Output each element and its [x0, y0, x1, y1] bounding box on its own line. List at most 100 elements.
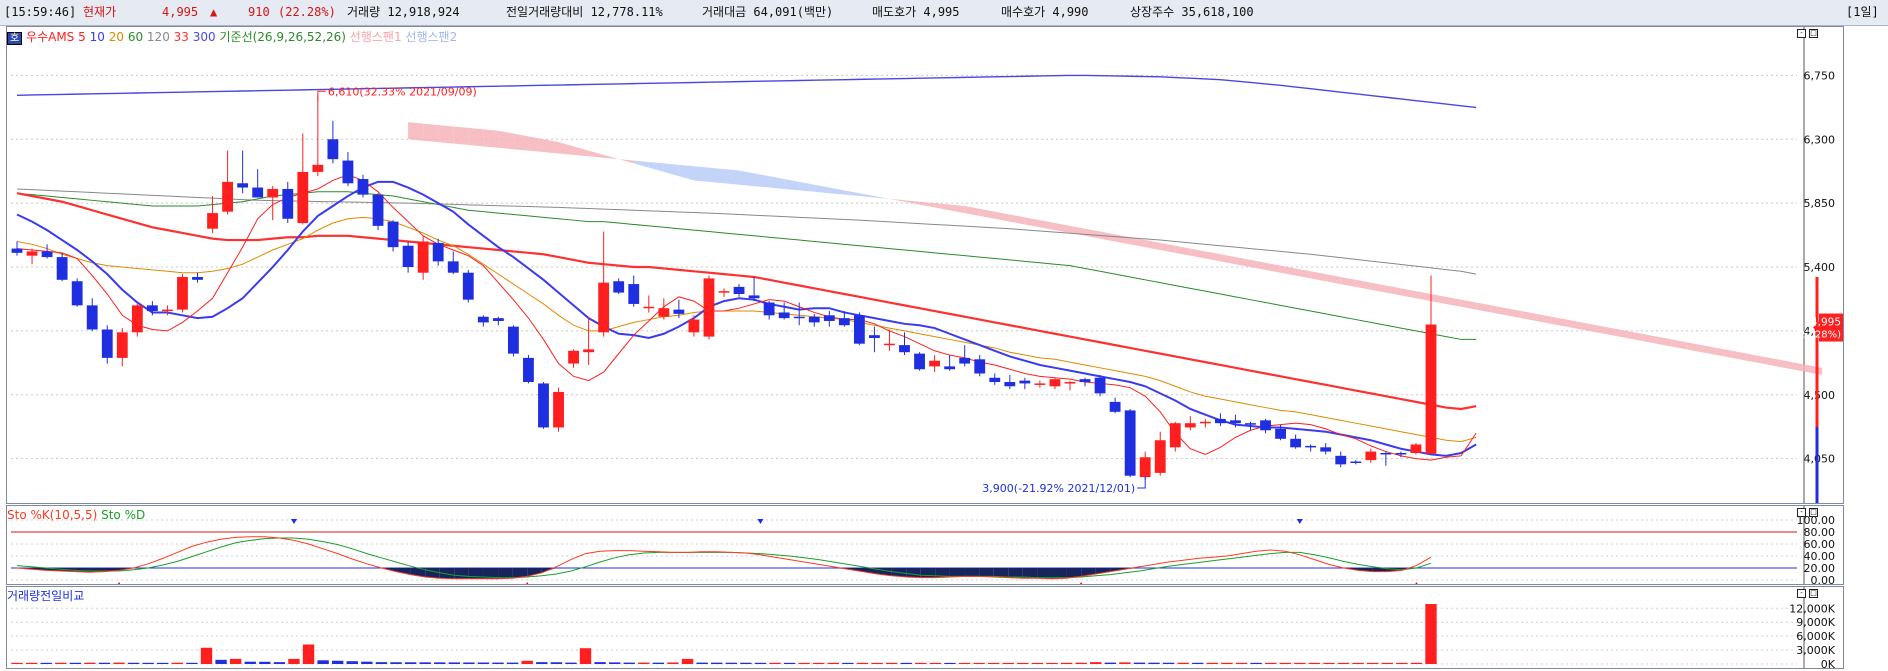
candle-body [327, 139, 339, 160]
candle-body [884, 343, 895, 346]
low-marker [1137, 475, 1146, 489]
volume-bar [288, 658, 300, 664]
ichimoku-cloud-segment [438, 125, 454, 144]
sto-k-line [16, 536, 1432, 580]
candle-body [372, 194, 384, 226]
ichimoku-cloud-segment [1807, 364, 1823, 375]
ichimoku-cloud-segment [1385, 285, 1401, 296]
candle-body [432, 242, 444, 262]
candle-body [703, 278, 715, 337]
candle-body [252, 187, 264, 198]
volume-bar [1381, 662, 1393, 664]
volume-bar [1221, 662, 1233, 664]
ichimoku-cloud-segment [1145, 240, 1161, 250]
volume-bar [1104, 662, 1116, 664]
candle-body [1305, 445, 1317, 448]
stochastic-svg: 100.0080.0060.0040.0020.000.00 [11, 506, 1835, 584]
candle-body [718, 291, 730, 293]
volume-bar [157, 662, 169, 664]
ichimoku-cloud-segment [1400, 288, 1416, 299]
pane-maximize-button[interactable]: □ [1809, 29, 1818, 38]
candle-body [342, 160, 354, 184]
volume-bar [856, 662, 869, 664]
pane-minimize-button[interactable]: - [1797, 29, 1806, 38]
candle-body [282, 188, 294, 219]
ichimoku-cloud-segment [543, 139, 559, 154]
vol-minimize-button[interactable]: - [1797, 589, 1806, 598]
vol-maximize-button[interactable]: □ [1809, 589, 1818, 598]
volume-bar [1090, 662, 1102, 664]
current-price-value: 4,995 [162, 5, 199, 19]
ichimoku-cloud-segment [1415, 291, 1431, 302]
chart-settings-badge[interactable]: 호 [7, 32, 23, 45]
legend-ma120: 120 [146, 30, 170, 44]
volume-bar [1119, 662, 1131, 664]
volume-pane[interactable]: 12,000K 9,000K 6,000K 3,000K 0K 거래량전일비교 - □ [6, 586, 1844, 669]
candle-body [1214, 418, 1226, 424]
ichimoku-cloud-segment [1521, 311, 1537, 321]
vol-y-tick-label: 6,000K [1796, 630, 1835, 643]
volume-bar [404, 662, 417, 664]
candle-body [1169, 423, 1181, 448]
ichimoku-cloud-segment [1039, 220, 1055, 231]
volume-bar [1235, 662, 1248, 664]
ichimoku-cloud-segment [1280, 265, 1296, 276]
ichimoku-cloud-segment [1325, 274, 1341, 285]
bid-price-value: 매수호가 4,990 [1001, 5, 1089, 19]
candle-body [11, 248, 23, 253]
y-tick-label: 5,400 [1804, 261, 1836, 274]
ichimoku-cloud-segment [1792, 362, 1808, 373]
volume-bar [375, 662, 388, 664]
ichimoku-cloud-segment [1776, 359, 1793, 370]
ichimoku-cloud-segment [1355, 279, 1371, 290]
ichimoku-cloud-segment [1596, 325, 1612, 336]
ma5-line [16, 174, 1477, 461]
volume-bar [769, 662, 781, 664]
price-change-value: 910 [248, 5, 270, 19]
sto-minimize-button[interactable]: - [1797, 508, 1806, 517]
price-chart-pane[interactable]: 6,7506,3005,8505,4004,9504,5004,0506,610… [6, 26, 1844, 504]
candle-body [162, 309, 173, 312]
ichimoku-cloud-segment [1009, 214, 1025, 225]
ichimoku-cloud-segment [1160, 242, 1176, 253]
ichimoku-cloud-segment [1671, 339, 1687, 350]
volume-bar [1264, 662, 1277, 664]
candle-body [869, 335, 880, 339]
sto-maximize-button[interactable]: □ [1809, 508, 1818, 517]
ichimoku-cloud-segment [453, 126, 469, 145]
quote-info-bar: [15:59:46] 현재가 4,995 ▲ 910 (22.28%) 거래량 … [0, 0, 1888, 26]
candle-body [101, 329, 113, 358]
ask-price-value: 매도호가 4,995 [872, 5, 960, 19]
volume-bar [200, 647, 213, 664]
ichimoku-cloud-segment [1250, 259, 1266, 270]
candle-body [86, 305, 98, 330]
price-chart-svg: 6,7506,3005,8505,4004,9504,5004,0506,610… [11, 27, 1843, 503]
volume-value: 거래량 12,918,924 [347, 5, 460, 19]
ichimoku-cloud-segment [1491, 305, 1507, 316]
candle-body [1230, 420, 1241, 424]
volume-bar [11, 662, 23, 664]
candle-body [748, 295, 760, 299]
volume-bar [623, 662, 635, 664]
candle-body [312, 164, 324, 172]
price-chart-legend: 호 우수AMS 5 10 20 60 120 33 300 기준선(26,9,2… [7, 29, 457, 47]
candle-body [402, 245, 414, 268]
period-selector[interactable]: [1일] [1846, 0, 1879, 26]
legend-ichimoku-base: 기준선(26,9,26,52,26) [219, 30, 346, 44]
ichimoku-cloud-segment [1566, 319, 1582, 330]
volume-bar [1177, 662, 1189, 664]
stochastic-pane[interactable]: 100.00 80.00 60.00 40.00 20.00 0.00 Sto %K(10… [6, 505, 1844, 585]
candle-body [1004, 382, 1016, 387]
candle-body [1184, 423, 1196, 428]
candle-body [1290, 438, 1302, 448]
candle-body [1260, 420, 1271, 431]
volume-bar [798, 662, 810, 664]
candle-body [462, 272, 474, 300]
candle-body [733, 286, 745, 295]
candle-body [177, 276, 188, 310]
sto-oversold-fill [454, 568, 469, 579]
candle-body [477, 316, 489, 323]
legend-leading-span2: 선행스팬2 [405, 30, 458, 44]
volume-bar [434, 662, 446, 664]
volume-bar [1396, 662, 1408, 664]
